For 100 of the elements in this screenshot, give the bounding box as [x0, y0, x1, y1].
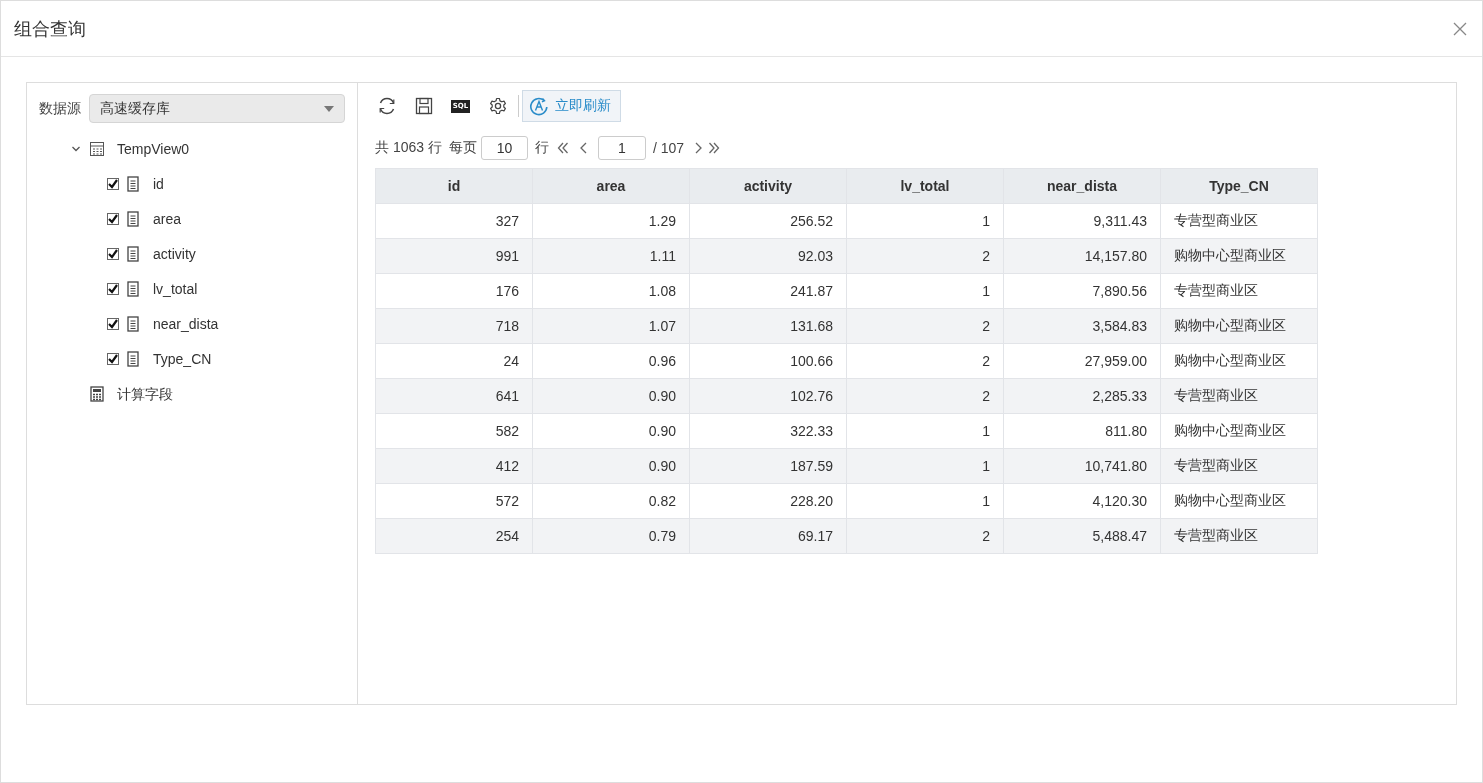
close-icon[interactable] [1452, 20, 1468, 37]
table-cell: 1 [846, 273, 1004, 309]
refresh-icon [529, 96, 549, 116]
table-cell: 241.87 [689, 273, 847, 309]
table-cell: 1 [846, 448, 1004, 484]
table-cell: 131.68 [689, 308, 847, 344]
checkbox[interactable] [107, 177, 119, 190]
chevron-icon[interactable] [71, 144, 81, 153]
column-header[interactable]: near_dista [1003, 168, 1161, 204]
column-header[interactable]: activity [689, 168, 847, 204]
table-cell: 176 [375, 273, 533, 309]
table-cell: 2 [846, 343, 1004, 379]
table-cell: 92.03 [689, 238, 847, 274]
table-cell: 2 [846, 378, 1004, 414]
table-cell: 购物中心型商业区 [1160, 238, 1318, 274]
column-header[interactable]: area [532, 168, 690, 204]
table-cell: 购物中心型商业区 [1160, 308, 1318, 344]
table-cell: 专营型商业区 [1160, 378, 1318, 414]
document-icon [125, 210, 141, 227]
table-cell: 256.52 [689, 203, 847, 239]
table-cell: 327 [375, 203, 533, 239]
column-header[interactable]: lv_total [846, 168, 1004, 204]
checkbox[interactable] [107, 212, 119, 225]
table-cell: 10,741.80 [1003, 448, 1161, 484]
document-icon [125, 350, 141, 367]
calculator-icon [89, 385, 105, 402]
checkbox[interactable] [107, 317, 119, 330]
table-cell: 100.66 [689, 343, 847, 379]
table-cell: 0.90 [532, 413, 690, 449]
table-cell: 0.82 [532, 483, 690, 519]
table-cell: 582 [375, 413, 533, 449]
table-cell: 购物中心型商业区 [1160, 413, 1318, 449]
column-header[interactable]: Type_CN [1160, 168, 1318, 204]
first-page-icon[interactable] [555, 141, 570, 155]
table-cell: 专营型商业区 [1160, 518, 1318, 554]
table-cell: 购物中心型商业区 [1160, 343, 1318, 379]
document-icon [125, 245, 141, 262]
table-cell: 2 [846, 238, 1004, 274]
checkbox[interactable] [107, 247, 119, 260]
page-count-text: / 107 [652, 140, 685, 156]
tree-item-label[interactable]: Type_CN [153, 351, 212, 366]
caret-icon [324, 105, 334, 112]
table-cell: 购物中心型商业区 [1160, 483, 1318, 519]
table-cell: 254 [375, 518, 533, 554]
table-cell: 专营型商业区 [1160, 273, 1318, 309]
document-icon [125, 315, 141, 332]
table-cell: 228.20 [689, 483, 847, 519]
table-cell: 1.08 [532, 273, 690, 309]
tree-item-label[interactable]: TempView0 [117, 141, 190, 156]
table-cell: 2 [846, 308, 1004, 344]
tree-item-label[interactable]: 计算字段 [117, 386, 173, 401]
table-cell: 2 [846, 518, 1004, 554]
checkbox[interactable] [107, 352, 119, 365]
document-icon [125, 280, 141, 297]
table-cell: 641 [375, 378, 533, 414]
tree-item-label[interactable]: lv_total [153, 281, 198, 296]
page-number-field[interactable]: 1 [597, 136, 646, 160]
table-cell: 0.96 [532, 343, 690, 379]
datasource-dropdown[interactable]: 高速缓存库 [89, 94, 345, 123]
table-cell: 1.29 [532, 203, 690, 239]
table-cell: 14,157.80 [1003, 238, 1161, 274]
page-size-label: 每页 [448, 139, 477, 157]
table-cell: 412 [375, 448, 533, 484]
tree-item-label[interactable]: near_dista [153, 316, 219, 331]
table-cell: 572 [375, 483, 533, 519]
table-cell: 0.90 [532, 448, 690, 484]
table-cell: 0.79 [532, 518, 690, 554]
settings-icon [488, 97, 507, 115]
table-cell: 102.76 [689, 378, 847, 414]
table-cell: 718 [375, 308, 533, 344]
table-cell: 专营型商业区 [1160, 203, 1318, 239]
page-size-field[interactable]: 10 [480, 136, 528, 160]
table-cell: 69.17 [689, 518, 847, 554]
table-icon [89, 140, 105, 157]
page-size-unit: 行 [534, 139, 549, 157]
table-cell: 322.33 [689, 413, 847, 449]
dialog-title: 组合查询 [14, 17, 86, 41]
tree-item-label[interactable]: activity [153, 246, 196, 261]
column-header[interactable]: id [375, 168, 533, 204]
save-icon [414, 97, 433, 115]
table-cell: 1 [846, 413, 1004, 449]
table-cell: 24 [375, 343, 533, 379]
document-icon [125, 175, 141, 192]
total-rows-text: 共 1063 行 [375, 139, 442, 157]
table-cell: 4,120.30 [1003, 483, 1161, 519]
table-cell: 0.90 [532, 378, 690, 414]
checkbox[interactable] [107, 282, 119, 295]
datasource-label: 数据源 [39, 99, 81, 118]
table-cell: 187.59 [689, 448, 847, 484]
table-cell: 专营型商业区 [1160, 448, 1318, 484]
last-page-icon[interactable] [707, 141, 722, 155]
tree-item-label[interactable]: id [153, 176, 164, 191]
table-cell: 811.80 [1003, 413, 1161, 449]
table-cell: 2,285.33 [1003, 378, 1161, 414]
table-cell: 991 [375, 238, 533, 274]
table-cell: 27,959.00 [1003, 343, 1161, 379]
table-cell: 1.07 [532, 308, 690, 344]
tree-item-label[interactable]: area [153, 211, 182, 226]
table-cell: 1 [846, 483, 1004, 519]
table-cell: 9,311.43 [1003, 203, 1161, 239]
